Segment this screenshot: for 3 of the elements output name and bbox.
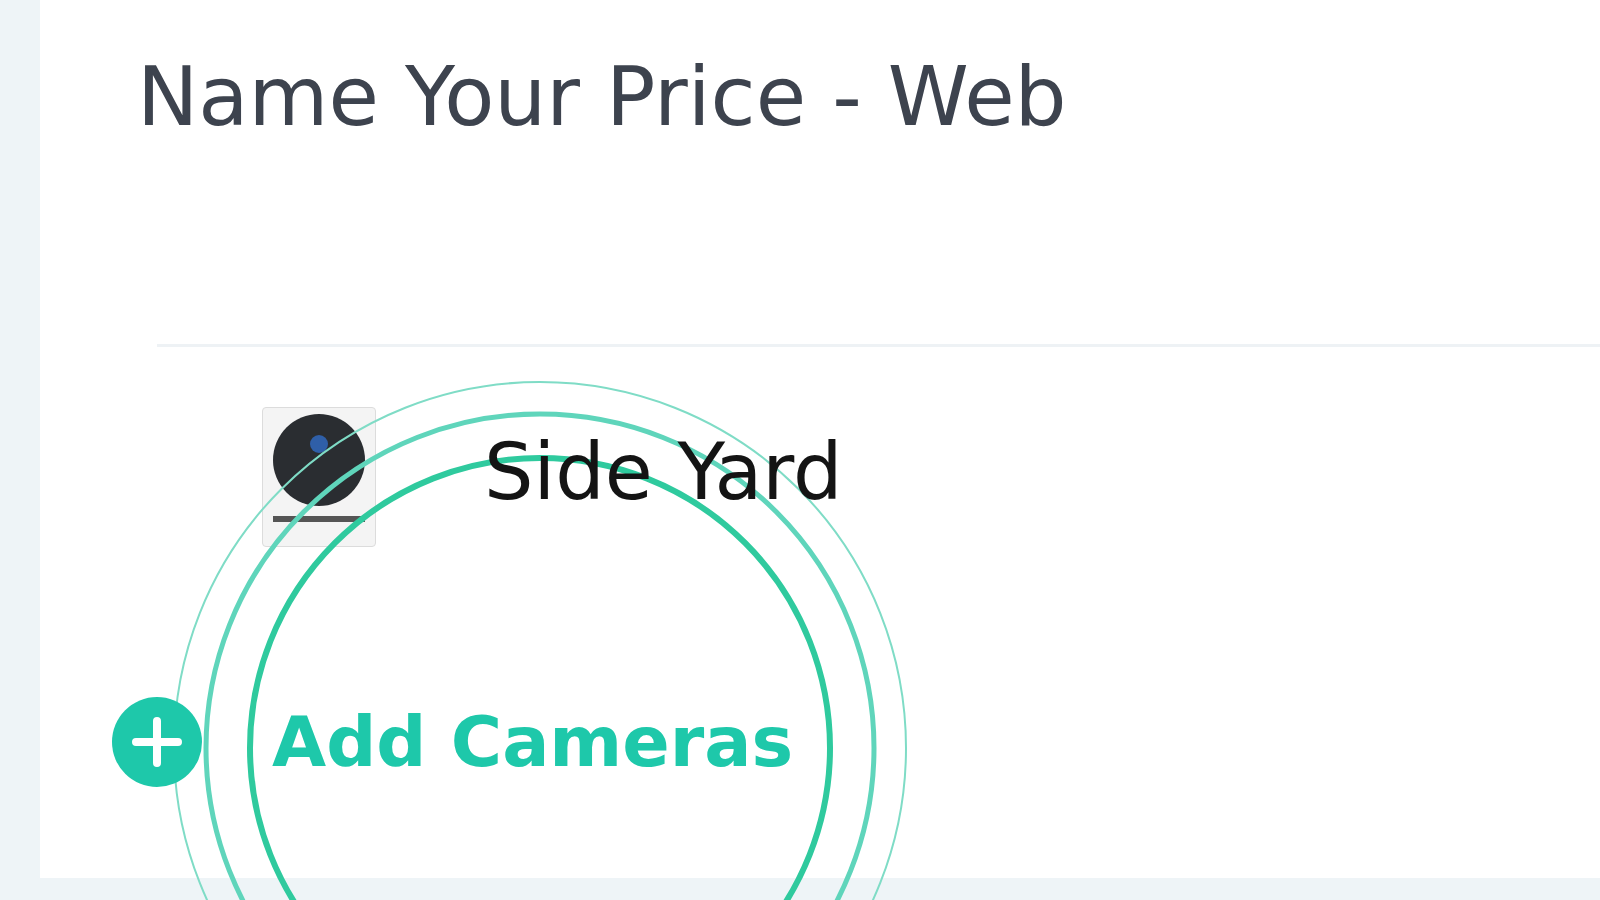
page-title: Name Your Price - Web <box>137 48 1068 146</box>
add-cameras-button[interactable]: Add Cameras <box>112 697 794 788</box>
plus-icon <box>112 697 202 788</box>
